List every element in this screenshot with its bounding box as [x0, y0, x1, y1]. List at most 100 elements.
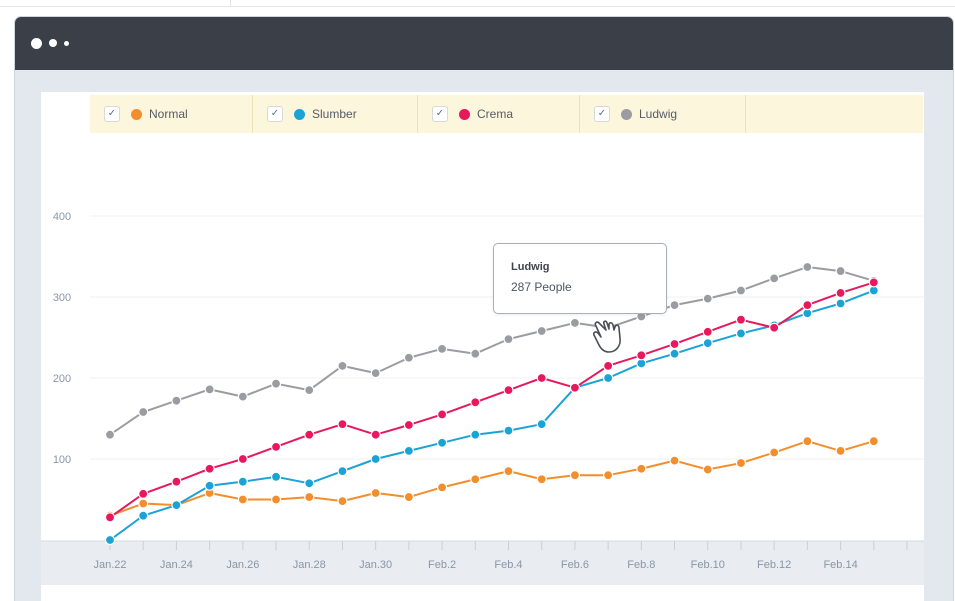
point-slumber-4 — [237, 476, 248, 487]
point-crema-5 — [270, 441, 282, 452]
point-ludwig-20 — [769, 273, 780, 284]
hand-cursor-icon — [593, 320, 621, 353]
point-ludwig-3 — [204, 384, 215, 395]
point-ludwig-5 — [270, 378, 282, 389]
point-normal-23 — [868, 436, 879, 447]
point-crema-16 — [636, 350, 647, 361]
point-crema-22 — [835, 287, 846, 299]
point-crema-9 — [403, 419, 414, 431]
point-normal-17 — [669, 455, 680, 466]
point-normal-1 — [138, 498, 149, 509]
point-slumber-18 — [702, 338, 713, 349]
point-slumber-2 — [171, 500, 182, 511]
point-normal-11 — [470, 474, 481, 485]
point-normal-4 — [237, 494, 248, 505]
point-crema-12 — [503, 385, 514, 396]
point-normal-22 — [835, 445, 846, 456]
y-tick-label-100: 100 — [53, 454, 71, 466]
x-tick-label-2: Jan.26 — [226, 559, 259, 571]
point-crema-7 — [337, 419, 348, 430]
point-crema-6 — [304, 429, 315, 440]
point-normal-10 — [436, 482, 448, 493]
point-slumber-13 — [536, 419, 547, 430]
point-normal-15 — [603, 470, 614, 481]
point-slumber-8 — [370, 453, 381, 465]
x-tick-label-1: Jan.24 — [160, 559, 193, 571]
x-tick-label-9: Feb.10 — [691, 559, 725, 571]
point-normal-7 — [337, 496, 348, 507]
point-normal-20 — [769, 447, 780, 458]
point-normal-13 — [536, 474, 547, 485]
x-tick-label-5: Feb.2 — [428, 559, 456, 571]
point-normal-18 — [702, 464, 713, 475]
y-tick-label-300: 300 — [53, 292, 71, 304]
point-slumber-15 — [603, 372, 614, 384]
point-normal-8 — [370, 487, 381, 499]
point-crema-17 — [669, 338, 680, 350]
x-tick-label-4: Jan.30 — [359, 559, 392, 571]
x-tick-label-3: Jan.28 — [293, 559, 326, 571]
point-ludwig-13 — [536, 325, 547, 337]
point-slumber-6 — [304, 478, 315, 489]
point-slumber-19 — [735, 328, 747, 339]
tooltip-title: Ludwig — [511, 261, 550, 273]
point-crema-8 — [370, 429, 381, 440]
point-ludwig-2 — [171, 395, 182, 406]
point-slumber-7 — [337, 466, 348, 477]
y-tick-label-200: 200 — [53, 373, 71, 385]
point-slumber-22 — [835, 298, 846, 309]
point-normal-21 — [802, 436, 813, 447]
point-ludwig-17 — [669, 300, 680, 311]
point-slumber-1 — [138, 510, 149, 521]
point-crema-1 — [138, 488, 149, 499]
point-slumber-0 — [104, 534, 116, 546]
x-tick-label-8: Feb.8 — [627, 559, 655, 571]
point-ludwig-18 — [702, 293, 713, 304]
point-crema-10 — [436, 409, 448, 420]
point-ludwig-10 — [436, 343, 448, 354]
point-crema-3 — [204, 463, 215, 474]
point-normal-9 — [403, 491, 414, 503]
point-ludwig-8 — [370, 368, 381, 379]
chart-tooltip: Ludwig 287 People — [493, 243, 667, 314]
point-normal-16 — [636, 463, 647, 474]
series-line-slumber — [109, 289, 875, 541]
point-slumber-5 — [270, 471, 282, 482]
point-slumber-17 — [669, 348, 680, 359]
tooltip-value: 287 People — [511, 280, 572, 294]
point-crema-21 — [802, 300, 813, 311]
point-crema-13 — [536, 372, 547, 384]
point-slumber-12 — [503, 425, 514, 436]
point-normal-5 — [270, 494, 282, 505]
x-tick-label-10: Feb.12 — [757, 559, 791, 571]
point-ludwig-6 — [304, 385, 315, 396]
x-tick-label-6: Feb.4 — [494, 559, 522, 571]
point-crema-15 — [603, 360, 614, 371]
point-slumber-9 — [403, 445, 414, 456]
point-ludwig-7 — [337, 360, 348, 371]
point-crema-23 — [868, 277, 879, 288]
line-chart: 100 200 300 400 Jan.22 Jan.24 Jan.26 Jan.28 Jan.… — [41, 211, 925, 585]
point-normal-19 — [735, 457, 747, 469]
series-line-normal — [109, 440, 875, 517]
point-slumber-3 — [204, 480, 215, 491]
point-crema-11 — [470, 397, 481, 408]
point-crema-18 — [702, 326, 713, 337]
point-ludwig-11 — [470, 348, 481, 359]
point-ludwig-1 — [138, 406, 149, 418]
point-normal-6 — [304, 491, 315, 503]
point-crema-2 — [171, 476, 182, 487]
point-crema-20 — [769, 322, 780, 333]
x-tick-label-7: Feb.6 — [561, 559, 589, 571]
point-slumber-10 — [436, 437, 448, 448]
point-slumber-11 — [470, 429, 481, 440]
point-ludwig-4 — [237, 391, 248, 402]
point-crema-0 — [104, 512, 116, 523]
point-ludwig-21 — [802, 261, 813, 273]
x-tick-label-11: Feb.14 — [823, 559, 857, 571]
y-tick-label-400: 400 — [53, 211, 71, 223]
series-line-crema — [109, 281, 875, 519]
point-ludwig-0 — [104, 429, 116, 440]
point-crema-14 — [569, 382, 581, 393]
point-ludwig-14 — [569, 317, 581, 329]
